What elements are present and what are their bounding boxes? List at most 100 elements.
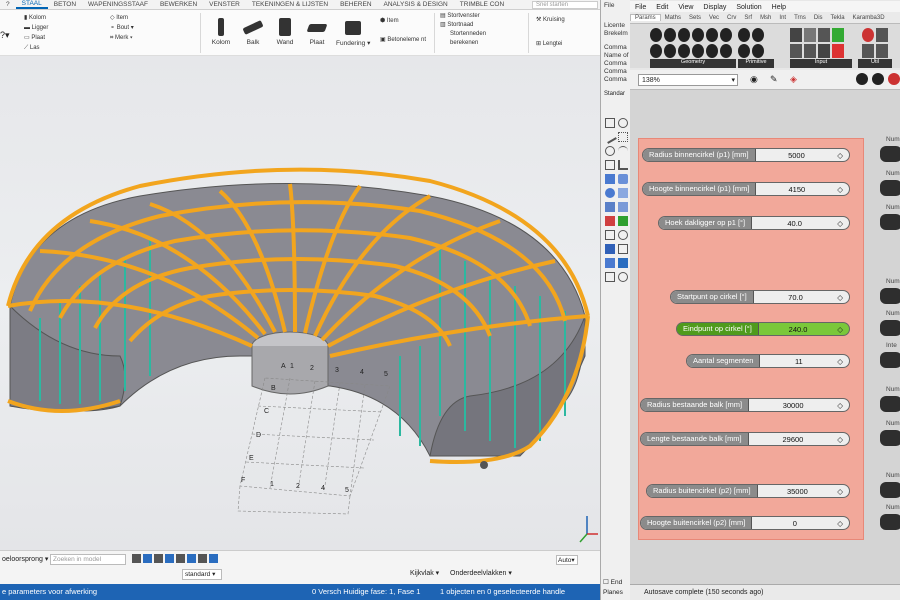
gh-tab-karamba[interactable]: Karamba3D	[849, 15, 889, 21]
gh-tab-dis[interactable]: Dis	[810, 15, 827, 21]
output-param-node[interactable]	[880, 146, 900, 162]
tab-bewerken[interactable]: BEWERKEN	[154, 1, 203, 8]
tab-wapeningsstaaf[interactable]: WAPENINGSSTAAF	[82, 1, 154, 8]
select-switch-icon[interactable]	[198, 554, 207, 563]
ribbon-kolom-button[interactable]: Kolom	[208, 18, 234, 46]
origin-dropdown[interactable]: oeloorsprong ▾	[2, 555, 48, 563]
slider-value[interactable]: 30000	[749, 401, 837, 410]
gh-tab-crv[interactable]: Crv	[723, 15, 740, 21]
slider-grip-icon[interactable]: ◇	[837, 325, 843, 334]
gh-param-icon[interactable]	[692, 28, 704, 42]
mesh-icon[interactable]	[605, 202, 615, 212]
output-param-node[interactable]	[880, 288, 900, 304]
rectangle-icon[interactable]	[605, 160, 615, 170]
curve-icon[interactable]	[618, 160, 628, 170]
slider-value[interactable]: 70.0	[754, 293, 838, 302]
select-switch-icon[interactable]	[165, 554, 174, 563]
ribbon-item-small[interactable]: ◇ Item	[110, 13, 134, 23]
ribbon-plaat-small[interactable]: ▭ Plaat	[24, 33, 48, 43]
slider-grip-icon[interactable]: ◇	[837, 401, 843, 410]
ribbon-merk[interactable]: ⌗ Merk ▾	[110, 33, 134, 43]
number-slider[interactable]: Hoek dakligger op p1 [°] 40.0 ◇	[658, 216, 850, 230]
rhino-end[interactable]: ☐ End	[603, 578, 622, 586]
gh-tab-tekla[interactable]: Tekla	[827, 15, 849, 21]
render-icon[interactable]	[618, 258, 628, 268]
standard-dropdown[interactable]: standard ▾	[182, 569, 222, 580]
rotate-icon[interactable]	[618, 230, 628, 240]
layer-icon[interactable]	[605, 258, 615, 268]
select-switch-icon[interactable]	[187, 554, 196, 563]
slider-grip-icon[interactable]: ◇	[837, 219, 843, 228]
output-param-node[interactable]	[880, 214, 900, 230]
ribbon-betonelement-button[interactable]: ▣ Betoneleme nt	[380, 36, 430, 44]
output-param-node[interactable]	[880, 514, 900, 530]
slider-value[interactable]: 0	[752, 519, 837, 528]
ribbon-plaat-button[interactable]: Plaat	[304, 18, 330, 46]
eye-icon[interactable]: ◉	[750, 74, 758, 85]
select-switch-icon[interactable]	[143, 554, 152, 563]
ribbon-lengte-button[interactable]: ⊞ Lengtei	[536, 40, 562, 47]
gh-tab-params[interactable]: Params	[630, 14, 661, 21]
sketch-icon[interactable]: ✎	[770, 74, 778, 85]
number-slider[interactable]: Hoogte binnencirkel (p1) [mm] 4150 ◇	[642, 182, 850, 196]
gh-input-icon[interactable]	[818, 44, 830, 58]
sphere-icon[interactable]	[605, 188, 615, 198]
ribbon-las[interactable]: ⟋ Las	[24, 43, 48, 53]
box-icon[interactable]	[618, 188, 628, 198]
slider-value[interactable]: 35000	[758, 487, 838, 496]
ribbon-stortnaad[interactable]: ▥ Stortnaad	[440, 21, 506, 30]
gh-menu-view[interactable]: View	[673, 4, 698, 11]
gh-param-icon[interactable]	[720, 28, 732, 42]
gh-util-icon[interactable]	[862, 28, 874, 42]
gh-primitive-icon[interactable]	[752, 28, 764, 42]
gh-util-icon[interactable]	[876, 28, 888, 42]
slider-grip-icon[interactable]: ◇	[837, 185, 843, 194]
output-param-node[interactable]	[880, 180, 900, 196]
line-icon[interactable]	[603, 130, 617, 144]
gh-util-icon[interactable]	[876, 44, 888, 58]
number-slider[interactable]: Aantal segmenten 11 ◇	[686, 354, 850, 368]
cut-icon[interactable]	[605, 216, 615, 226]
gh-input-icon[interactable]	[818, 28, 830, 42]
slider-value[interactable]: 40.0	[752, 219, 837, 228]
ribbon-bout[interactable]: ⚬ Bout ▾	[110, 23, 134, 33]
select-switch-icon[interactable]	[176, 554, 185, 563]
gh-primitive-icon[interactable]	[738, 44, 750, 58]
output-param-node[interactable]	[880, 396, 900, 412]
tab-beton[interactable]: BETON	[48, 1, 82, 8]
analyze-icon[interactable]	[605, 272, 615, 282]
gh-util-icon[interactable]	[862, 44, 874, 58]
slider-value[interactable]: 240.0	[759, 325, 837, 334]
gh-menu-file[interactable]: File	[630, 4, 651, 11]
quick-launch-input[interactable]: Snel starten	[532, 1, 598, 9]
gh-tab-sets[interactable]: Sets	[685, 15, 705, 21]
gh-param-icon[interactable]	[706, 28, 718, 42]
onderdeelvlakken-dropdown[interactable]: Onderdeelvlakken ▾	[450, 569, 512, 577]
ribbon-kolom-small[interactable]: ▮ Kolom	[24, 13, 48, 23]
move-icon[interactable]	[618, 216, 628, 226]
slider-value[interactable]: 5000	[756, 151, 838, 160]
ribbon-ligger[interactable]: ▬ Ligger	[24, 23, 48, 33]
tab-help[interactable]: ?	[0, 1, 16, 8]
ribbon-item-button[interactable]: ⬢ Item	[380, 17, 399, 24]
circle-icon[interactable]	[605, 146, 615, 156]
number-slider[interactable]: Radius binnencirkel (p1) [mm] 5000 ◇	[642, 148, 850, 162]
gh-param-icon[interactable]	[706, 44, 718, 58]
tab-tekeningen[interactable]: TEKENINGEN & LIJSTEN	[246, 1, 334, 8]
preview-icon[interactable]: ◈	[790, 74, 797, 85]
output-param-node[interactable]	[880, 352, 900, 368]
gh-tab-int[interactable]: Int	[775, 15, 790, 21]
gh-param-icon[interactable]	[664, 28, 676, 42]
text-icon[interactable]	[605, 244, 615, 254]
gh-input-icon[interactable]	[804, 44, 816, 58]
ribbon-stortenneden[interactable]: Stortenneden berekenen	[450, 30, 506, 48]
gh-menu-display[interactable]: Display	[698, 4, 731, 11]
select-switch-icon[interactable]	[154, 554, 163, 563]
ribbon-kruising-button[interactable]: ⚒ Kruising	[536, 16, 565, 23]
gh-menu-solution[interactable]: Solution	[731, 4, 766, 11]
ribbon-fundering-button[interactable]: Fundering ▾	[336, 18, 370, 47]
tab-staal[interactable]: STAAL	[15, 0, 48, 9]
tab-analysis[interactable]: ANALYSIS & DESIGN	[378, 1, 454, 8]
number-slider[interactable]: Radius bestaande balk [mm] 30000 ◇	[640, 398, 850, 412]
slider-value[interactable]: 11	[760, 357, 837, 366]
